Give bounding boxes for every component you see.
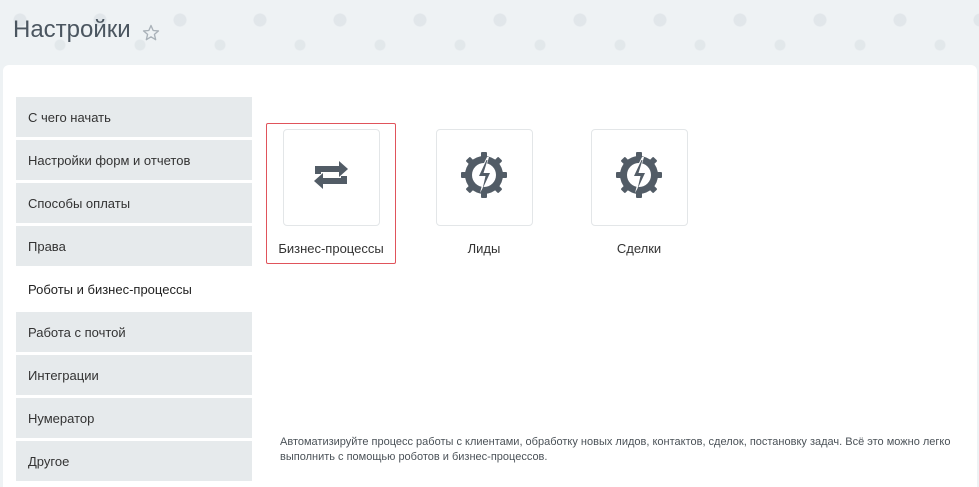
menu-item-label: Способы оплаты [28, 195, 131, 211]
settings-menu: С чего начать Настройки форм и отчетов С… [16, 97, 252, 484]
menu-item-label: Роботы и бизнес-процессы [28, 281, 192, 297]
tile-label: Лиды [467, 241, 501, 256]
tile-label: Сделки [616, 241, 662, 256]
menu-item-numerator[interactable]: Нумератор [16, 398, 252, 438]
tile-icon-box [435, 129, 533, 226]
gear-lightning-icon [460, 151, 508, 204]
menu-item-label: Работа с почтой [28, 324, 126, 340]
menu-item-getting-started[interactable]: С чего начать [16, 97, 252, 137]
menu-item-label: Нумератор [28, 410, 95, 426]
star-icon[interactable] [141, 22, 161, 42]
menu-item-forms-reports[interactable]: Настройки форм и отчетов [16, 140, 252, 180]
menu-item-label: Права [28, 238, 66, 254]
menu-item-label: Другое [28, 453, 70, 469]
page-title: Настройки [13, 16, 161, 44]
refresh-arrows-icon [311, 158, 351, 197]
menu-item-label: Настройки форм и отчетов [28, 152, 191, 168]
menu-item-mail[interactable]: Работа с почтой [16, 312, 252, 352]
menu-item-payment-methods[interactable]: Способы оплаты [16, 183, 252, 223]
page-title-text: Настройки [13, 16, 131, 43]
menu-item-other[interactable]: Другое [16, 441, 252, 481]
tile-icon-box [282, 129, 380, 226]
tile-business-processes[interactable]: Бизнес-процессы [266, 123, 396, 264]
tile-label: Бизнес-процессы [278, 241, 384, 256]
menu-item-integrations[interactable]: Интеграции [16, 355, 252, 395]
tile-icon-box [590, 129, 688, 226]
menu-item-permissions[interactable]: Права [16, 226, 252, 266]
tile-leads[interactable]: Лиды [419, 129, 549, 256]
menu-item-label: С чего начать [28, 109, 111, 125]
gear-lightning-icon [615, 151, 663, 204]
robots-description: Автоматизируйте процесс работы с клиента… [280, 436, 951, 463]
menu-item-robots-bp[interactable]: Роботы и бизнес-процессы [16, 269, 252, 309]
menu-item-label: Интеграции [28, 367, 99, 383]
tile-deals[interactable]: Сделки [574, 129, 704, 256]
